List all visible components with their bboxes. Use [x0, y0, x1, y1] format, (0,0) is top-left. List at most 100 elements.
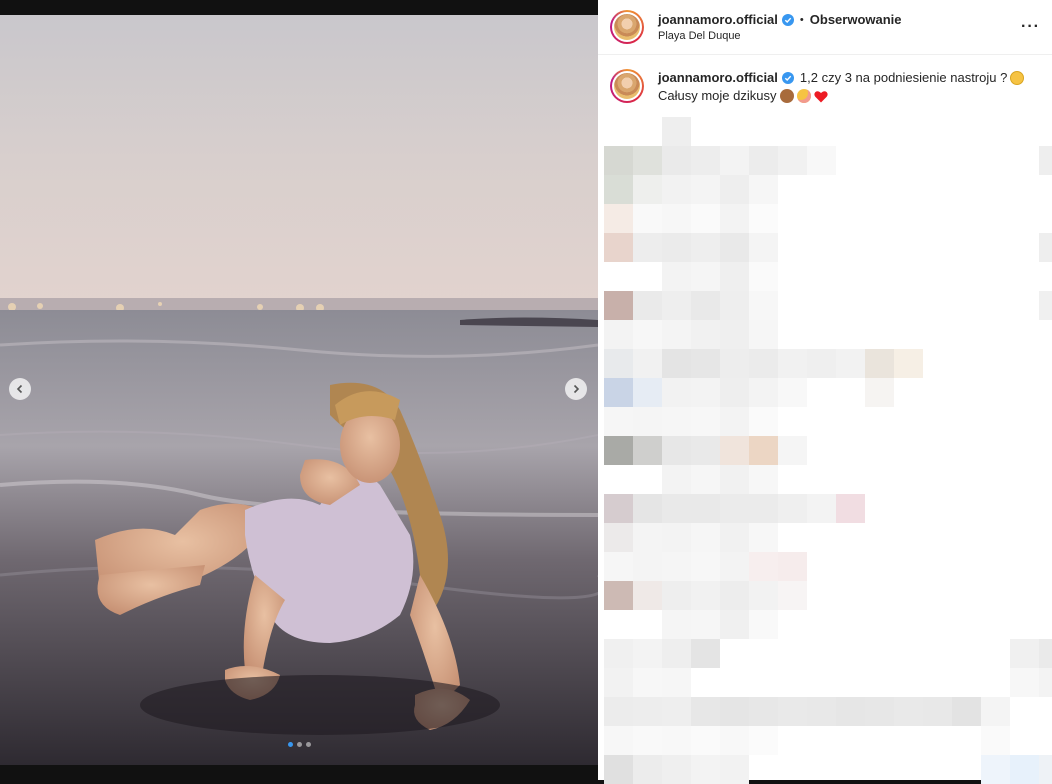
caption-line-1: 1,2 czy 3 na podniesienie nastroju ? — [799, 70, 1008, 85]
pixelation-block — [633, 349, 662, 378]
username-link[interactable]: joannamoro.official — [658, 12, 778, 27]
pixelation-block — [720, 697, 749, 726]
pixelation-block — [691, 726, 720, 755]
pixelation-block — [662, 175, 691, 204]
pixelation-block — [749, 436, 778, 465]
pixelation-block — [1039, 639, 1052, 668]
pixelation-block — [662, 668, 691, 697]
pixelation-block — [604, 291, 633, 320]
more-options-icon[interactable]: ··· — [1021, 18, 1040, 36]
pixelation-block — [633, 320, 662, 349]
pixelation-block — [836, 349, 865, 378]
pixelation-block — [720, 175, 749, 204]
pixelation-block — [981, 726, 1010, 755]
pixelation-block — [778, 581, 807, 610]
pixelation-block — [691, 697, 720, 726]
pixelation-block — [720, 581, 749, 610]
pixelation-block — [633, 726, 662, 755]
carousel-dot — [296, 742, 302, 747]
location-link[interactable]: Playa Del Duque — [658, 30, 902, 42]
carousel-indicator — [0, 742, 598, 747]
pixelation-block — [662, 639, 691, 668]
pixelation-block — [720, 436, 749, 465]
pixelation-block — [749, 146, 778, 175]
pixelation-block — [633, 697, 662, 726]
post-media — [0, 0, 598, 780]
pixelation-block — [778, 146, 807, 175]
pixelation-block — [720, 291, 749, 320]
pixelation-block — [778, 552, 807, 581]
pixelation-block — [720, 610, 749, 639]
caption-line-2: Całusy moje dzikusy — [658, 88, 777, 103]
pixelation-block — [749, 523, 778, 552]
instagram-post: joannamoro.official • Obserwowanie Playa… — [0, 0, 1052, 784]
pixelation-block — [749, 233, 778, 262]
pixelation-block — [604, 523, 633, 552]
chevron-left-icon — [16, 384, 23, 394]
post-photo — [0, 15, 598, 765]
pixelation-block — [691, 320, 720, 349]
pixelation-block — [662, 581, 691, 610]
pixelation-block — [749, 349, 778, 378]
pixelated-comments-area — [598, 0, 1052, 784]
previous-slide-button[interactable] — [9, 378, 31, 400]
red-heart-icon — [813, 90, 828, 102]
pixelation-block — [604, 697, 633, 726]
pixelation-block — [691, 407, 720, 436]
pixelation-block — [662, 349, 691, 378]
pixelation-block — [662, 291, 691, 320]
see-no-evil-monkey-icon — [779, 89, 794, 103]
following-button[interactable]: Obserwowanie — [810, 12, 902, 27]
caption-avatar[interactable] — [610, 69, 644, 103]
pixelation-block — [662, 233, 691, 262]
pixelation-block — [865, 349, 894, 378]
pixelation-block — [807, 697, 836, 726]
pixelation-block — [604, 668, 633, 697]
pixelation-block — [691, 349, 720, 378]
pixelation-block — [633, 204, 662, 233]
pixelation-block — [923, 697, 952, 726]
pixelation-block — [662, 726, 691, 755]
pixelation-block — [662, 610, 691, 639]
pixelation-block — [807, 349, 836, 378]
pixelation-block — [604, 378, 633, 407]
pixelation-block — [749, 465, 778, 494]
avatar[interactable] — [610, 10, 644, 44]
pixelation-block — [720, 494, 749, 523]
pixelation-block — [633, 175, 662, 204]
chevron-right-icon — [573, 384, 580, 394]
pixelation-block — [662, 146, 691, 175]
pixelation-block — [720, 552, 749, 581]
pixelation-block — [749, 610, 778, 639]
pixelation-block — [604, 349, 633, 378]
pixelation-block — [691, 378, 720, 407]
pixelation-block — [836, 494, 865, 523]
pixelation-block — [691, 552, 720, 581]
pixelation-block — [604, 204, 633, 233]
pixelation-block — [691, 465, 720, 494]
pixelation-block — [749, 204, 778, 233]
pixelation-block — [691, 146, 720, 175]
pixelation-block — [894, 349, 923, 378]
pixelation-block — [720, 204, 749, 233]
pixelation-block — [633, 378, 662, 407]
pixelation-block — [720, 349, 749, 378]
pixelation-block — [691, 639, 720, 668]
pixelation-block — [1039, 291, 1052, 320]
media-top-bar — [0, 0, 598, 15]
pixelation-block — [662, 378, 691, 407]
next-slide-button[interactable] — [565, 378, 587, 400]
pixelation-block — [691, 523, 720, 552]
pixelation-block — [1010, 668, 1039, 697]
pixelation-block — [662, 436, 691, 465]
pixelation-block — [604, 320, 633, 349]
pixelation-block — [865, 378, 894, 407]
pixelation-block — [633, 233, 662, 262]
pixelation-block — [952, 697, 981, 726]
pixelation-block — [1039, 233, 1052, 262]
pixelation-block — [662, 320, 691, 349]
pixelation-block — [720, 233, 749, 262]
caption-username-link[interactable]: joannamoro.official — [658, 69, 778, 87]
pixelation-block — [662, 262, 691, 291]
pixelation-block — [691, 494, 720, 523]
